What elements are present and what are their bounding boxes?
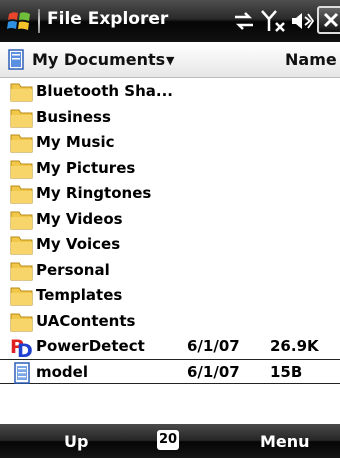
list-item[interactable]: My Voices [0, 232, 340, 258]
item-name: My Videos [36, 209, 123, 228]
svg-text:D: D [17, 340, 33, 358]
folder-icon [10, 311, 34, 333]
close-button[interactable] [317, 6, 340, 34]
chevron-down-icon[interactable]: ▼ [166, 54, 174, 67]
list-item[interactable]: Templates [0, 283, 340, 309]
item-date: 6/1/07 [187, 362, 240, 381]
title-bar: File Explorer [0, 0, 340, 42]
item-name: PowerDetect [36, 337, 145, 355]
item-name: Templates [36, 286, 123, 304]
menu-softkey[interactable]: Menu [260, 432, 310, 451]
connectivity-icon[interactable] [232, 10, 256, 32]
softkey-bar: Up 20 Menu [0, 424, 340, 458]
folder-icon [10, 285, 34, 307]
item-size: 15B [270, 362, 303, 381]
folder-document-icon [8, 49, 24, 70]
item-name: My Voices [36, 235, 121, 253]
list-item[interactable]: model 6/1/07 15B [0, 358, 340, 384]
folder-icon [10, 260, 34, 282]
item-name: model [36, 362, 88, 381]
title-separator [38, 9, 40, 33]
list-item[interactable]: My Ringtones [0, 181, 340, 207]
app-title: File Explorer [47, 9, 169, 29]
powerdetect-app-icon: PD [10, 336, 34, 362]
list-item[interactable]: My Pictures [0, 156, 340, 182]
volume-icon[interactable] [290, 10, 314, 32]
item-date: 6/1/07 [187, 337, 240, 355]
folder-icon [10, 81, 34, 103]
list-item[interactable]: Business [0, 105, 340, 131]
item-name: Business [36, 107, 111, 126]
list-item[interactable]: My Videos [0, 207, 340, 233]
folder-icon [10, 158, 34, 180]
folder-bar: My Documents ▼ Name [0, 43, 340, 78]
item-name: Personal [36, 260, 110, 279]
list-item[interactable]: P D PowerDetect 6/1/07 26.9K [0, 334, 340, 362]
item-name: Bluetooth Sha... [36, 82, 173, 100]
sort-dropdown[interactable]: Name [285, 50, 337, 69]
item-name: My Music [36, 133, 115, 151]
file-list: Bluetooth Sha... Business My Music My Pictu… [0, 79, 340, 384]
signal-icon[interactable] [261, 10, 287, 32]
item-name: UAContents [36, 311, 136, 330]
item-size: 26.9K [270, 337, 319, 355]
folder-icon [10, 132, 34, 154]
folder-icon [10, 209, 34, 231]
document-icon [10, 361, 34, 384]
folder-icon [10, 183, 34, 205]
folder-icon [10, 234, 34, 256]
windows-start-icon[interactable] [6, 8, 32, 34]
close-icon [323, 12, 339, 28]
item-name: My Pictures [36, 158, 136, 177]
list-item[interactable]: Personal [0, 258, 340, 284]
list-item[interactable]: My Music [0, 130, 340, 156]
folder-icon [10, 107, 34, 129]
item-name: My Ringtones [36, 184, 152, 202]
list-item[interactable]: UAContents [0, 309, 340, 335]
keyboard-badge[interactable]: 20 [157, 430, 179, 450]
up-softkey[interactable]: Up [64, 432, 88, 451]
folder-dropdown[interactable]: My Documents [32, 50, 165, 69]
list-item[interactable]: Bluetooth Sha... [0, 79, 340, 105]
